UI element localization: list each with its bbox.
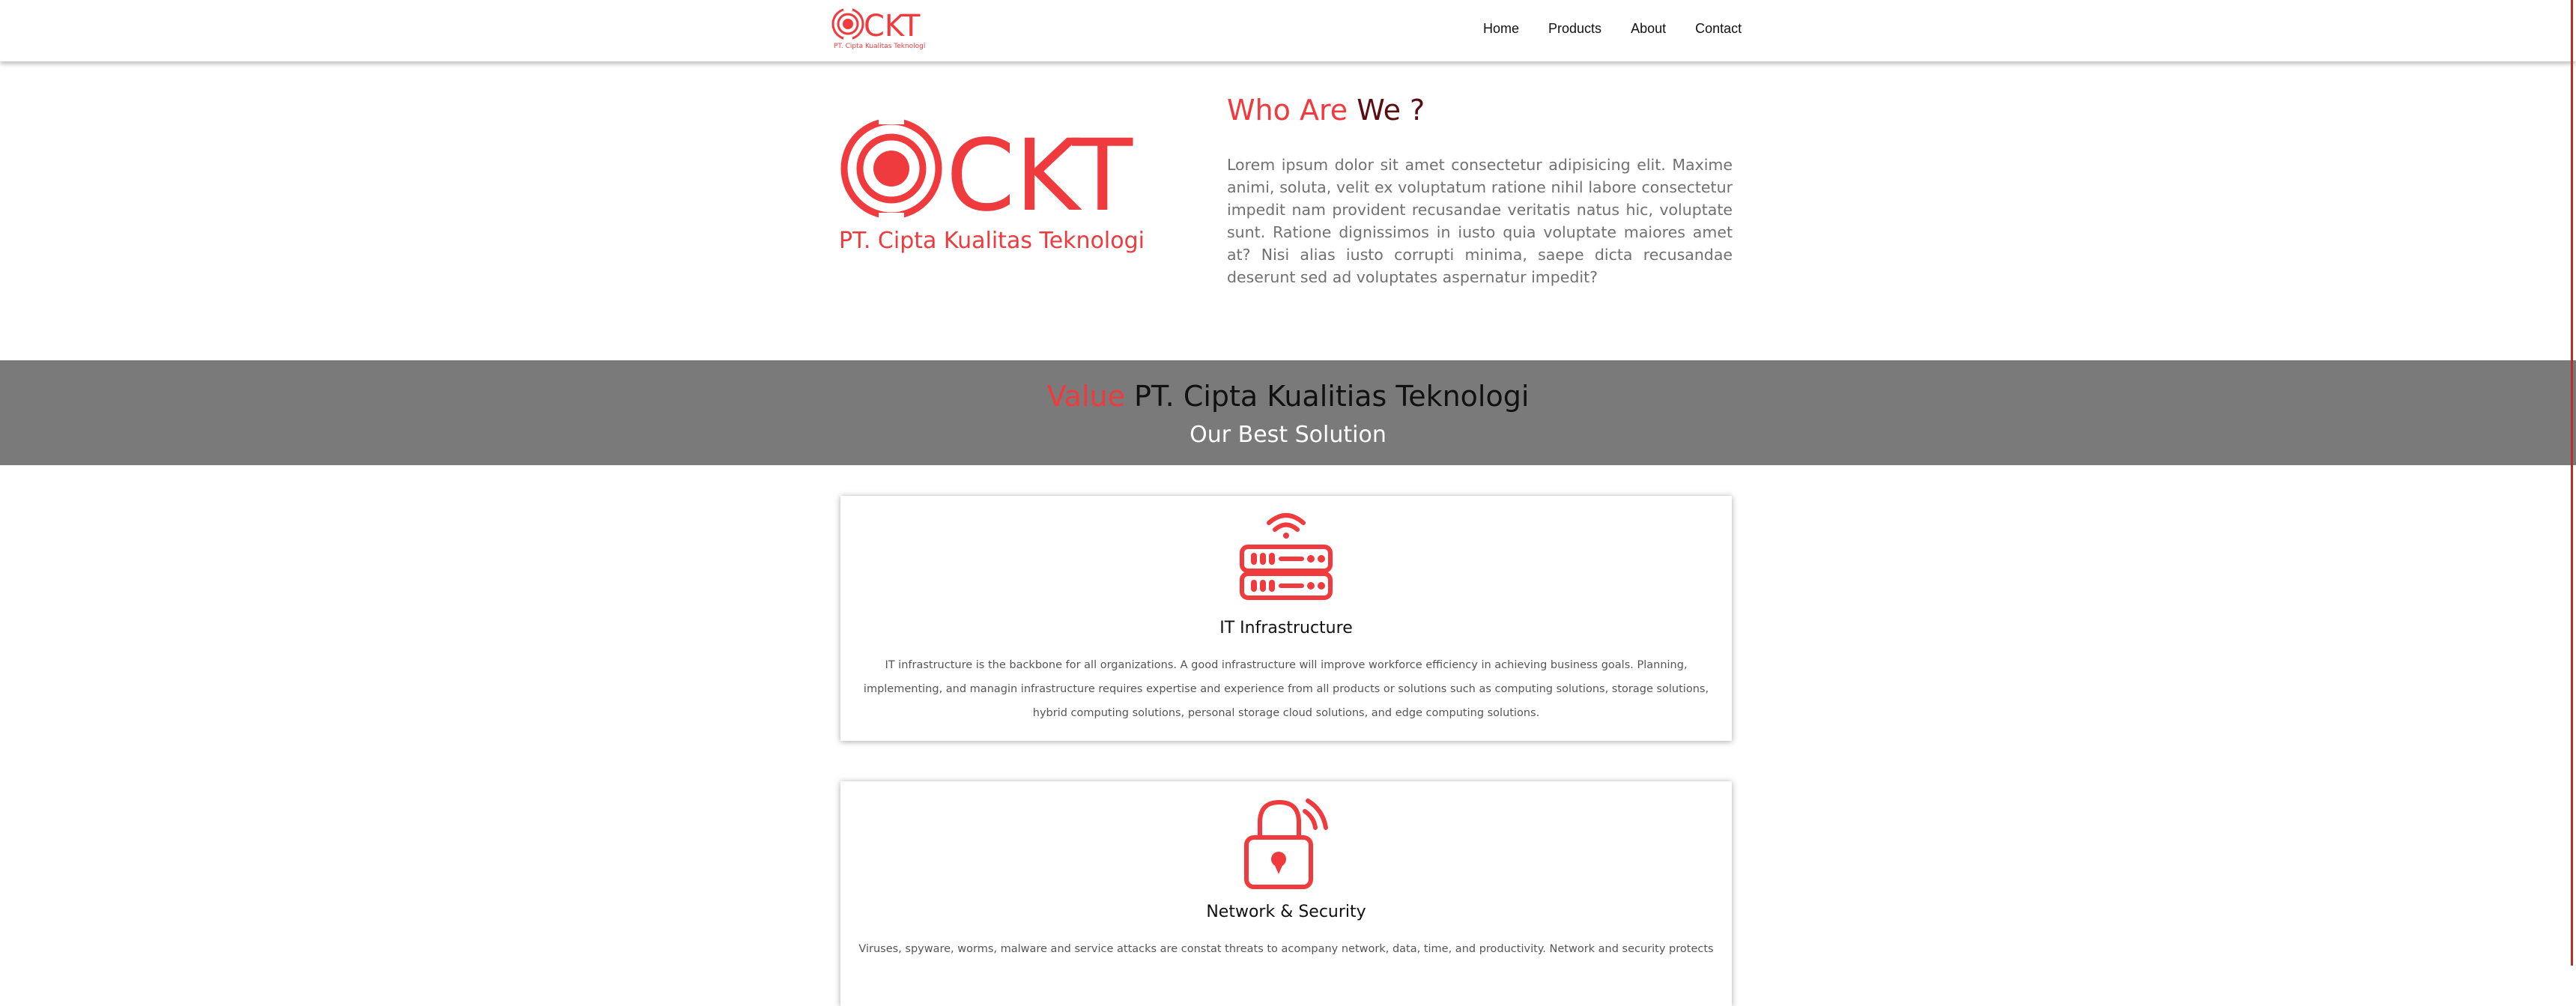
value-title: Value PT. Cipta Kualitias Teknologi <box>0 380 2576 413</box>
nav-contact[interactable]: Contact <box>1695 21 1742 37</box>
who-are-we-title: Who Are We ? <box>1227 94 1425 127</box>
ckt-logo-large: CKT <box>840 115 1133 225</box>
value-title-highlight: Value <box>1046 380 1125 413</box>
who-title-part1: Who Are <box>1227 94 1357 127</box>
nav-menu: Home Products About Contact <box>1483 21 1742 37</box>
server-wifi-icon <box>1240 513 1333 600</box>
navbar: CKT PT. Cipta Kualitas Teknologi Home Pr… <box>0 0 2576 61</box>
value-subtitle: Our Best Solution <box>1189 422 1387 448</box>
service-text: IT infrastructure is the backbone for al… <box>863 659 1709 719</box>
value-title-rest: PT. Cipta Kualitias Teknologi <box>1124 380 1530 413</box>
nav-logo-text: CKT <box>864 9 921 43</box>
who-title-part2: We ? <box>1357 94 1425 127</box>
nav-about[interactable]: About <box>1631 21 1666 37</box>
nav-home[interactable]: Home <box>1483 21 1519 37</box>
nav-logo-tagline: PT. Cipta Kualitas Teknologi <box>834 43 926 50</box>
who-are-we-text: Lorem ipsum dolor sit amet consectetur a… <box>1227 156 1733 286</box>
service-title: Network & Security <box>1206 903 1366 921</box>
hero-tagline: PT. Cipta Kualitas Teknologi <box>839 228 1145 254</box>
value-band: Value PT. Cipta Kualitias Teknologi Our … <box>0 360 2576 465</box>
service-card-network-security: Network & Security Viruses, spyware, wor… <box>840 781 1732 1006</box>
lock-signal-icon <box>1244 799 1328 889</box>
nav-products[interactable]: Products <box>1548 21 1601 37</box>
service-text: Viruses, spyware, worms, malware and ser… <box>858 943 1714 955</box>
service-title: IT Infrastructure <box>1219 619 1353 637</box>
service-card-it-infrastructure: IT Infrastructure IT infrastructure is t… <box>840 496 1732 741</box>
page-right-border <box>2571 0 2573 966</box>
hero-logo-text: CKT <box>946 118 1133 225</box>
